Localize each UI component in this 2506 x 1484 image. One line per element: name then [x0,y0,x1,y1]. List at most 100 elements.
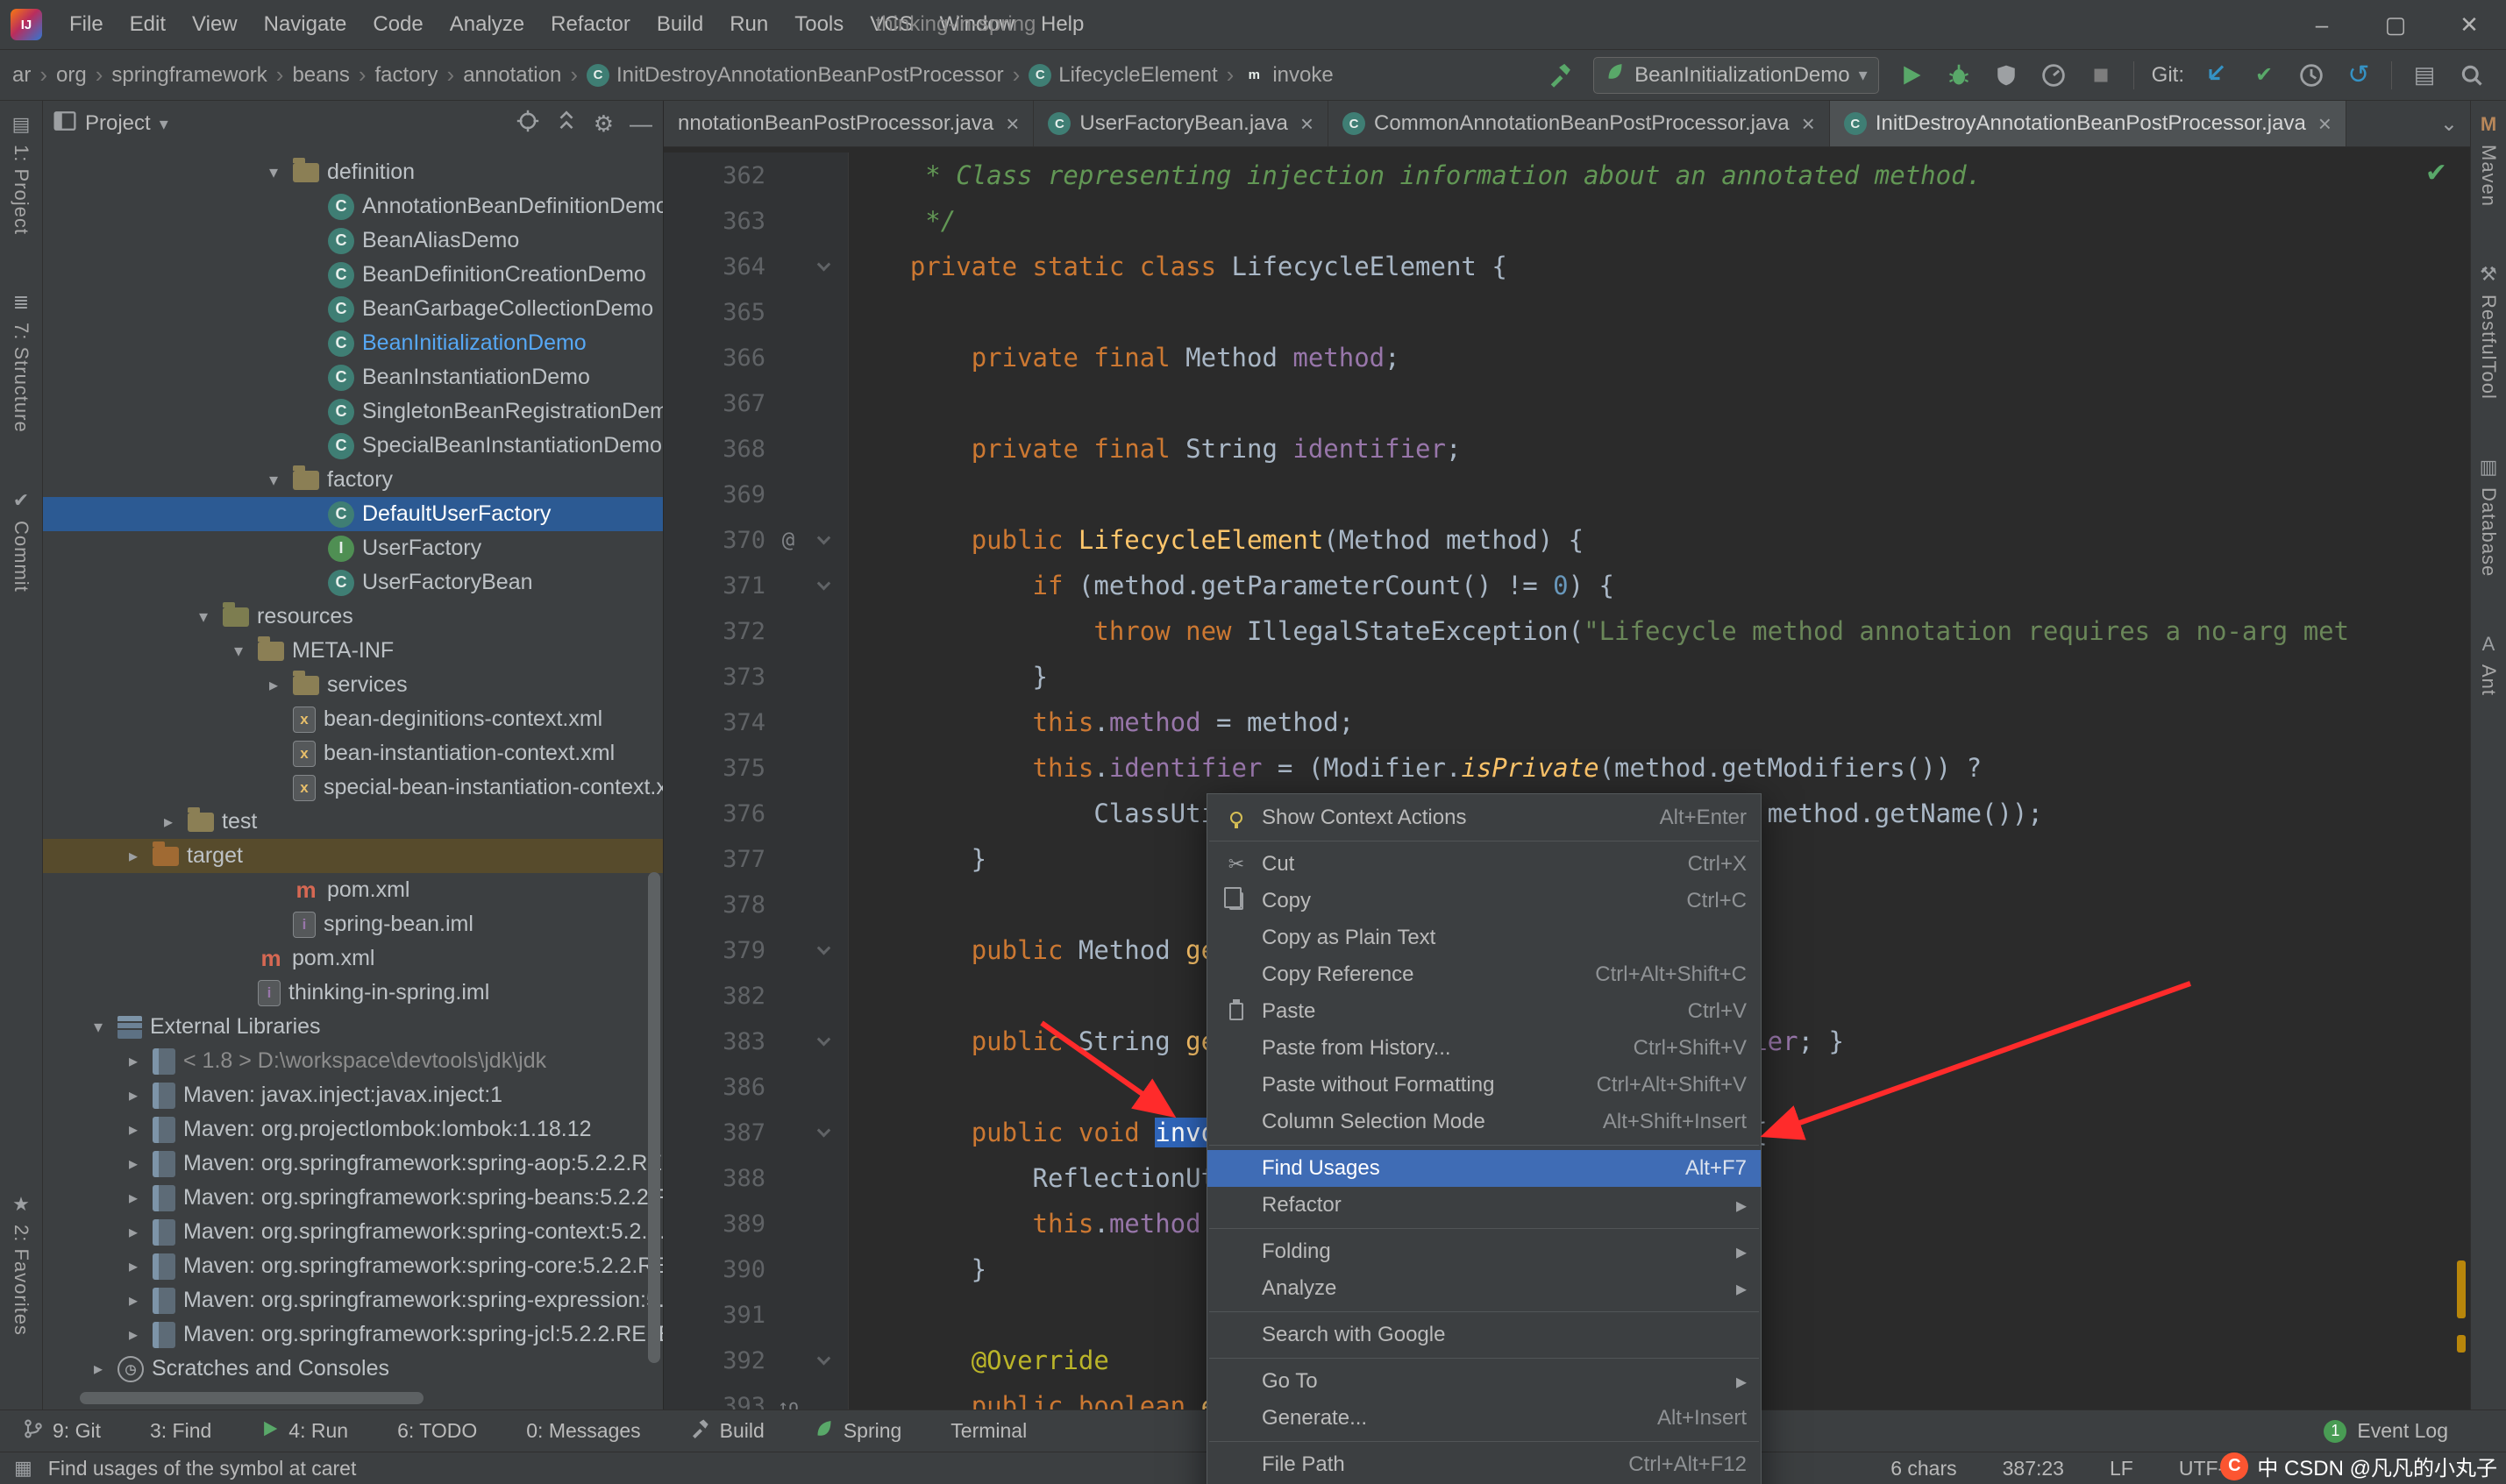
tree-item-maven-javax-inject-javax-inject-1[interactable]: ▸Maven: javax.inject:javax.inject:1 [43,1078,663,1112]
tree-item-singletonbeanregistrationdemo[interactable]: CSingletonBeanRegistrationDemo [43,394,663,429]
tool-button-2-favorites[interactable]: ★2: Favorites [10,1193,32,1336]
caret-position[interactable]: 387:23 [2003,1457,2064,1480]
tree-item-maven-org-projectlombok-lombok-1-18-12[interactable]: ▸Maven: org.projectlombok:lombok:1.18.12 [43,1112,663,1147]
tree-item-maven-org-springframework-spring-core-5-2-2-release[interactable]: ▸Maven: org.springframework:spring-core:… [43,1249,663,1283]
tool-button-maven[interactable]: MMaven [2477,113,2500,207]
tree-collapsed-icon[interactable]: ▸ [122,1050,145,1072]
breadcrumb-item-initdestroyannotationbeanpostprocessor[interactable]: CInitDestroyAnnotationBeanPostProcessor [587,63,1004,88]
tree-item-external-libraries[interactable]: ▾External Libraries [43,1010,663,1044]
menu-item-copy-reference[interactable]: Copy ReferenceCtrl+Alt+Shift+C [1207,956,1761,993]
menu-item-folding[interactable]: Folding▸ [1207,1233,1761,1270]
tree-collapsed-icon[interactable]: ▸ [122,1187,145,1209]
tree-collapsed-icon[interactable]: ▸ [87,1358,110,1380]
tree-collapsed-icon[interactable]: ▸ [122,1084,145,1106]
tree-item-services[interactable]: ▸services [43,668,663,702]
tree-item-defaultuserfactory[interactable]: CDefaultUserFactory [43,497,663,531]
tree-item-beaninitializationdemo[interactable]: CBeanInitializationDemo [43,326,663,360]
fold-chevron-icon[interactable] [804,536,843,545]
tree-item-maven-org-springframework-spring-context-5-2-2-release[interactable]: ▸Maven: org.springframework:spring-conte… [43,1215,663,1249]
breadcrumb-item-springframework[interactable]: springframework [111,63,267,88]
menu-code[interactable]: Code [360,12,436,37]
menu-navigate[interactable]: Navigate [251,12,360,37]
breadcrumb-item-ar[interactable]: ar [12,63,31,88]
toolwindow-button-9-git[interactable]: 9: Git [23,1418,101,1445]
tree-expanded-icon[interactable]: ▾ [262,161,285,183]
menu-refactor[interactable]: Refactor [538,12,644,37]
history-clock-icon[interactable] [2296,60,2326,90]
fold-chevron-icon[interactable] [804,262,843,272]
tree-collapsed-icon[interactable]: ▸ [122,1221,145,1243]
override-marker-icon[interactable]: ↑o [772,1395,804,1409]
rollback-button[interactable]: ↺ [2344,60,2374,90]
menu-item-refactor[interactable]: Refactor▸ [1207,1187,1761,1224]
fold-chevron-icon[interactable] [804,1037,843,1047]
search-everywhere-icon[interactable] [2457,60,2487,90]
tree-item-beandefinitioncreationdemo[interactable]: CBeanDefinitionCreationDemo [43,258,663,292]
tree-item-resources[interactable]: ▾resources [43,600,663,634]
debug-button[interactable] [1944,60,1974,90]
tree-collapsed-icon[interactable]: ▸ [122,845,145,867]
run-button[interactable] [1897,60,1926,90]
tree-item-scratches-and-consoles[interactable]: ▸◷Scratches and Consoles [43,1352,663,1386]
menu-item-find-usages[interactable]: Find UsagesAlt+F7 [1207,1150,1761,1187]
tool-button-ant[interactable]: AAnt [2477,633,2500,696]
tree-item-beangarbagecollectiondemo[interactable]: CBeanGarbageCollectionDemo [43,292,663,326]
fold-chevron-icon[interactable] [804,581,843,591]
close-button[interactable]: ✕ [2432,0,2506,50]
breadcrumb-item-beans[interactable]: beans [292,63,349,88]
tree-item-pom-xml[interactable]: mpom.xml [43,941,663,976]
close-icon[interactable]: × [1006,110,1019,138]
build-hammer-icon[interactable] [1546,60,1576,90]
tree-item-thinking-in-spring-iml[interactable]: ithinking-in-spring.iml [43,976,663,1010]
breadcrumb-item-invoke[interactable]: minvoke [1242,63,1333,88]
tab-nnotationbeanpostprocessor-java[interactable]: nnotationBeanPostProcessor.java× [664,101,1034,146]
toolwindow-button-build[interactable]: Build [690,1418,765,1445]
tree-expanded-icon[interactable]: ▾ [192,606,215,628]
menu-item-paste-from-history[interactable]: Paste from History...Ctrl+Shift+V [1207,1030,1761,1067]
profiler-button[interactable] [2039,60,2068,90]
close-icon[interactable]: × [2318,110,2332,138]
menu-edit[interactable]: Edit [117,12,179,37]
tab-userfactorybean-java[interactable]: CUserFactoryBean.java× [1034,101,1328,146]
collapse-all-icon[interactable] [555,110,578,138]
maximize-button[interactable]: ▢ [2359,0,2432,50]
tree-item-userfactorybean[interactable]: CUserFactoryBean [43,565,663,600]
tree-expanded-icon[interactable]: ▾ [87,1016,110,1038]
menu-run[interactable]: Run [716,12,781,37]
minimize-button[interactable]: – [2285,0,2359,50]
tree-item-maven-org-springframework-spring-expression-5-2-2-release[interactable]: ▸Maven: org.springframework:spring-expre… [43,1283,663,1317]
tree-item-annotationbeandefinitiondemo[interactable]: CAnnotationBeanDefinitionDemo [43,189,663,224]
tree-item-bean-deginitions-context-xml[interactable]: xbean-deginitions-context.xml [43,702,663,736]
diff-viewer-icon[interactable]: ▤ [2410,60,2439,90]
tree-expanded-icon[interactable]: ▾ [262,469,285,491]
tree-item-spring-bean-iml[interactable]: ispring-bean.iml [43,907,663,941]
toolwindow-button-0-messages[interactable]: 0: Messages [526,1419,640,1443]
menu-item-paste-without-formatting[interactable]: Paste without FormattingCtrl+Alt+Shift+V [1207,1067,1761,1104]
breadcrumb-item-lifecycleelement[interactable]: CLifecycleElement [1029,63,1217,88]
breadcrumb-item-annotation[interactable]: annotation [463,63,561,88]
tool-button-1-project[interactable]: ▤1: Project [10,113,32,235]
tree-collapsed-icon[interactable]: ▸ [122,1255,145,1277]
menu-item-generate[interactable]: Generate...Alt+Insert [1207,1400,1761,1437]
tree-collapsed-icon[interactable]: ▸ [122,1153,145,1175]
project-vertical-scrollbar[interactable] [648,872,660,1363]
menu-analyze[interactable]: Analyze [437,12,538,37]
close-icon[interactable]: × [1300,110,1314,138]
menu-item-paste[interactable]: PasteCtrl+V [1207,993,1761,1030]
tree-item-special-bean-instantiation-context-xml[interactable]: xspecial-bean-instantiation-context.xml [43,770,663,805]
tree-item-1-8-d-workspace-devtools-jdk-jdk[interactable]: ▸< 1.8 > D:\workspace\devtools\jdk\jdk [43,1044,663,1078]
menu-item-copy-as-plain-text[interactable]: Copy as Plain Text [1207,920,1761,956]
tree-item-maven-org-springframework-spring-jcl-5-2-2-release[interactable]: ▸Maven: org.springframework:spring-jcl:5… [43,1317,663,1352]
coverage-button[interactable] [1991,60,2021,90]
breadcrumb-item-org[interactable]: org [56,63,87,88]
project-horizontal-scrollbar[interactable] [80,1392,424,1404]
event-log-button[interactable]: 1 Event Log [2324,1419,2483,1443]
breadcrumb-item-factory[interactable]: factory [375,63,438,88]
toolwindow-toggle-icon[interactable]: ▦ [14,1457,32,1480]
chevron-down-icon[interactable]: ▾ [160,113,168,135]
tree-collapsed-icon[interactable]: ▸ [122,1324,145,1346]
fold-chevron-icon[interactable] [804,946,843,955]
tree-item-beanaliasdemo[interactable]: CBeanAliasDemo [43,224,663,258]
menu-build[interactable]: Build [644,12,716,37]
project-view-title[interactable]: Project [85,111,151,136]
